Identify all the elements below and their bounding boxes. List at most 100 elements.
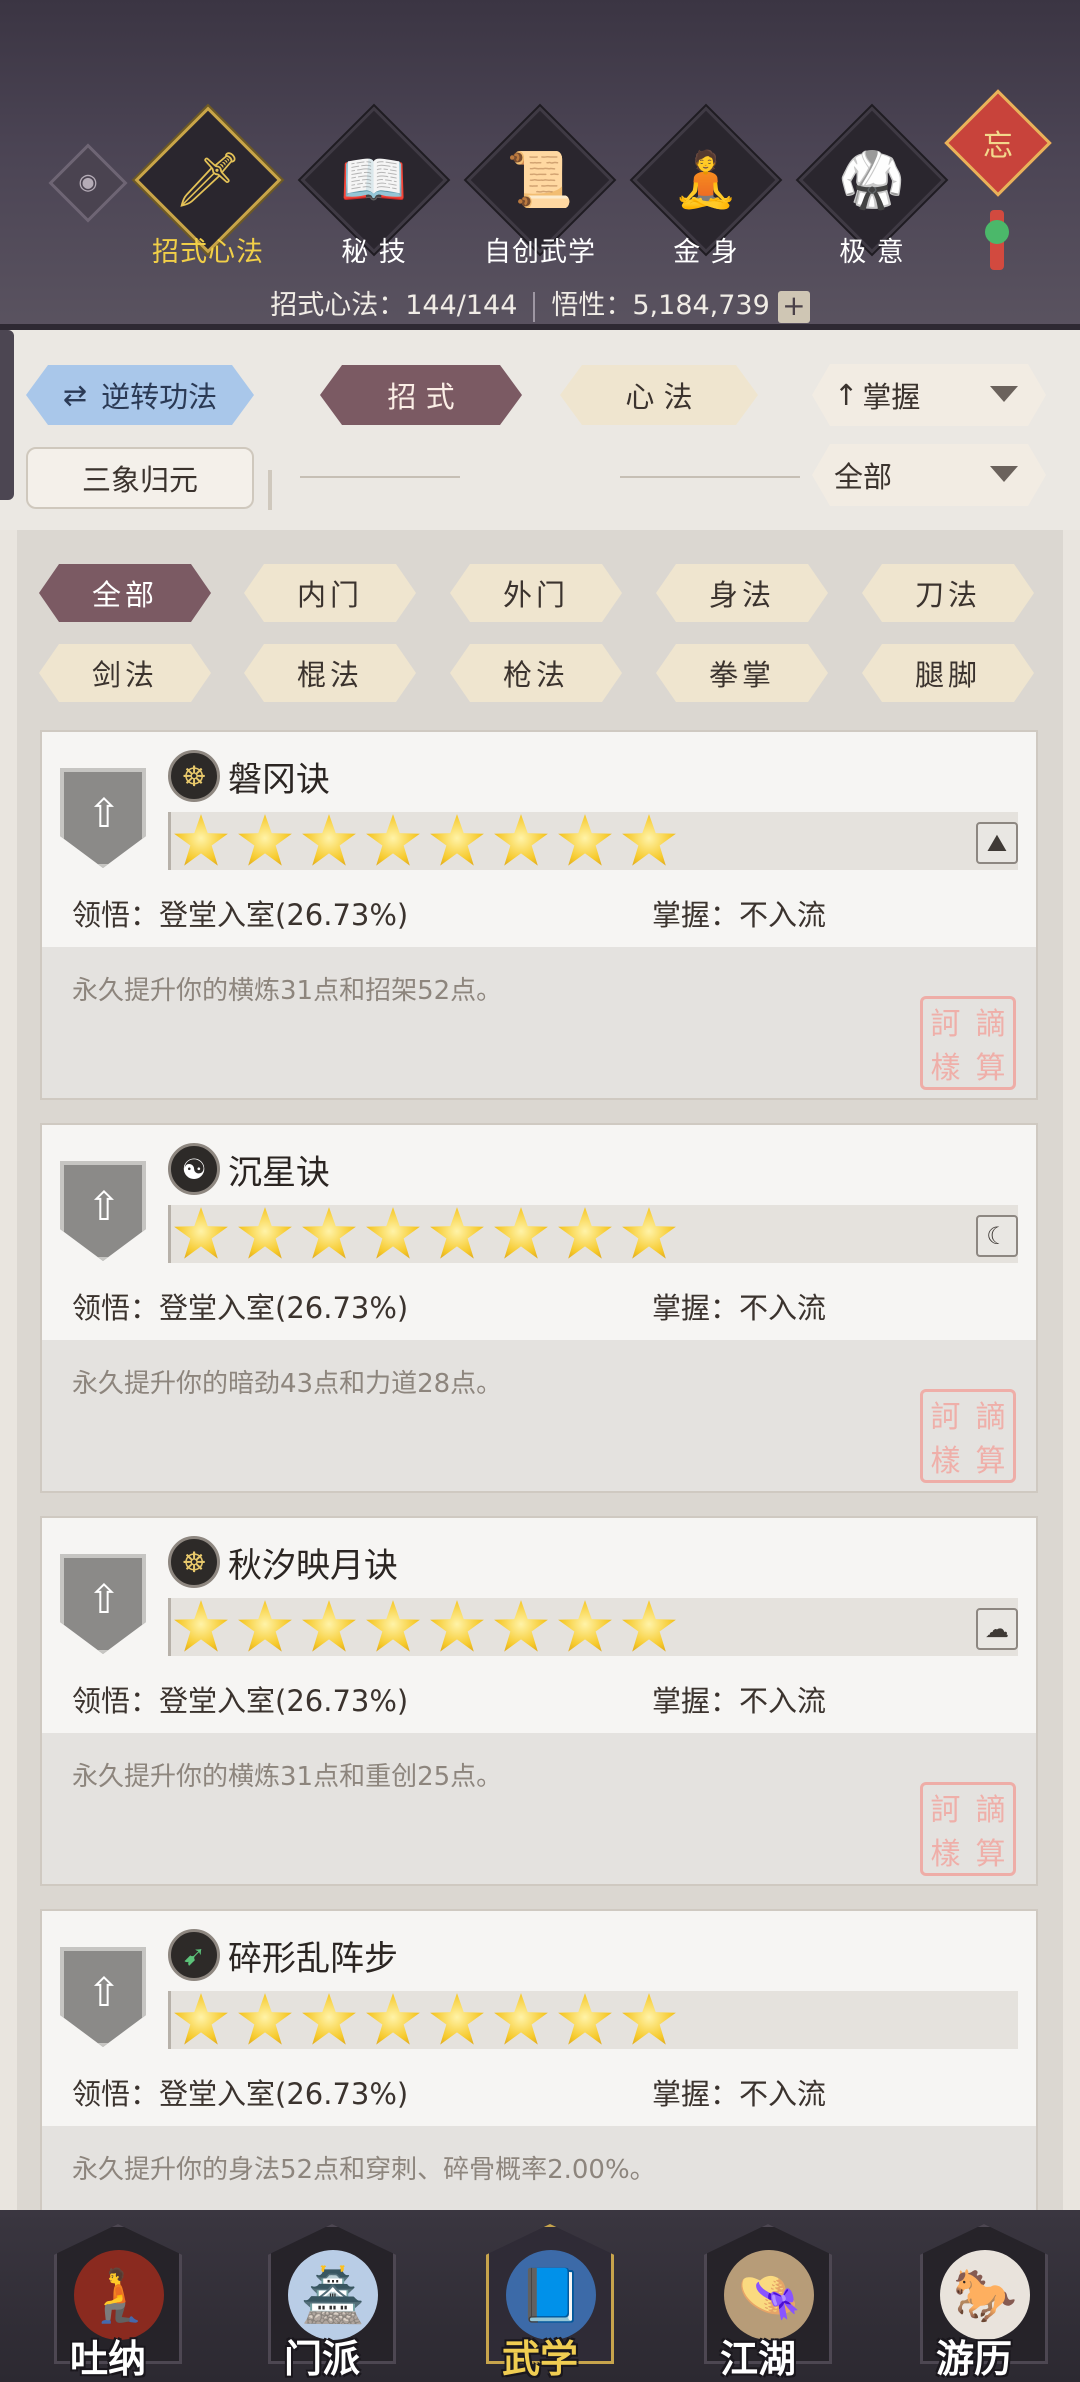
category-tuijiao[interactable]: 腿脚 — [862, 644, 1034, 702]
tab-zhaoshi[interactable]: 招 式 — [320, 365, 522, 425]
skill-description: 永久提升你的横炼31点和重创25点。 — [72, 1762, 503, 1792]
forget-charm-button[interactable]: 忘 — [944, 89, 1052, 197]
star-icon — [430, 1207, 484, 1259]
star-icon — [622, 814, 676, 866]
star-icon — [558, 814, 612, 866]
nav-menpai[interactable]: 🏯 门派 — [232, 2210, 412, 2382]
visibility-toggle[interactable]: ◉ — [48, 143, 128, 223]
star-rating — [168, 812, 1018, 870]
skill-description: 永久提升你的横炼31点和招架52点。 — [72, 976, 503, 1006]
skill-card[interactable]: ⇧ ☸ 磐冈诀 ⛰ 领悟：登堂入室(26.73%) 掌握：不入流 永久提升你的横… — [40, 730, 1038, 1100]
seal-char: 樣 — [930, 1444, 961, 1479]
yin-yang-badge-icon: ☯ — [168, 1143, 220, 1195]
stars-row — [173, 1205, 685, 1263]
category-jianfa[interactable]: 剑法 — [39, 644, 211, 702]
skill-type-badge-icon: ☸ — [168, 1536, 220, 1588]
stats-divider — [533, 291, 536, 322]
category-gunfa[interactable]: 棍法 — [244, 644, 416, 702]
arrow-up-icon: ↑ — [834, 378, 859, 412]
comprehension-value: 登堂入室(26.73%) — [159, 2077, 409, 2111]
category-shenfa[interactable]: 身法 — [656, 564, 828, 622]
category-neimen[interactable]: 内门 — [244, 564, 416, 622]
martial-stance-icon: 🥋 — [838, 148, 906, 211]
tab-label-jinshen[interactable]: 金 身 — [621, 230, 791, 269]
seal-stamp: 訶謫樣算 — [920, 996, 1016, 1090]
comprehension: 领悟：登堂入室(26.73%) — [72, 892, 408, 934]
category-label: 外门 — [502, 578, 569, 612]
tab-label-miji[interactable]: 秘 技 — [289, 230, 459, 269]
sanxiang-guiyuan-button[interactable]: 三象归元 — [26, 447, 254, 509]
tab-xinfa[interactable]: 心 法 — [560, 365, 758, 425]
tab-label-zhaoshi-xinfa[interactable]: 招式心法 — [123, 230, 293, 269]
nav-youli[interactable]: 🐎 游历 — [884, 2210, 1064, 2382]
seal-char: 謫 — [975, 1007, 1006, 1042]
skill-card[interactable]: ⇧ ☸ 秋汐映月诀 ☁ 领悟：登堂入室(26.73%) 掌握：不入流 永久提升你… — [40, 1516, 1038, 1886]
seal-char: 訶 — [930, 1007, 961, 1042]
star-icon — [494, 1207, 548, 1259]
stars-row — [173, 1598, 685, 1656]
comprehension: 领悟：登堂入室(26.73%) — [72, 1285, 408, 1327]
swap-icon: ⇄ — [62, 378, 88, 412]
star-rating — [168, 1991, 1018, 2049]
star-icon — [174, 1993, 228, 2045]
nav-jianghu[interactable]: 👒 江湖 — [668, 2210, 848, 2382]
movement-badge-icon: ➹ — [168, 1929, 220, 1981]
insight-value: 5,184,739 — [632, 290, 770, 321]
seal-char: 樣 — [930, 1051, 961, 1086]
comprehension-label: 领悟： — [72, 898, 160, 932]
upgrade-shield-icon[interactable]: ⇧ — [60, 1947, 146, 2047]
category-waimen[interactable]: 外门 — [450, 564, 622, 622]
stars-row — [173, 1991, 685, 2049]
nav-label: 江湖 — [719, 2336, 796, 2381]
scope-dropdown[interactable]: 全部 — [812, 444, 1046, 506]
category-label: 剑法 — [91, 658, 158, 692]
star-icon — [238, 1993, 292, 2045]
tab-label-jiyi[interactable]: 极 意 — [787, 230, 957, 269]
mastery: 掌握：不入流 — [652, 892, 826, 934]
tab-label-zichuang-wuxue[interactable]: 自创武学 — [455, 230, 625, 269]
star-icon — [302, 1600, 356, 1652]
add-insight-button[interactable]: + — [777, 290, 810, 323]
nav-label: 吐纳 — [69, 2336, 146, 2381]
skill-name: 磐冈诀 — [228, 760, 330, 800]
side-drawer-handle[interactable] — [0, 330, 14, 500]
book-icon: 📖 — [340, 148, 408, 211]
scope-dropdown-value: 全部 — [834, 460, 893, 494]
category-all[interactable]: 全部 — [39, 564, 211, 622]
star-icon — [622, 1993, 676, 2045]
mastery-value: 不入流 — [739, 2077, 827, 2111]
skill-description: 永久提升你的暗劲43点和力道28点。 — [72, 1369, 503, 1399]
mastery-value: 不入流 — [739, 1684, 827, 1718]
mountain-icon: ⛰ — [976, 822, 1018, 864]
upgrade-shield-icon[interactable]: ⇧ — [60, 768, 146, 868]
upgrade-shield-icon[interactable]: ⇧ — [60, 1554, 146, 1654]
star-icon — [558, 1207, 612, 1259]
star-icon — [622, 1207, 676, 1259]
seal-stamp: 訶謫樣算 — [920, 1782, 1016, 1876]
skill-card[interactable]: ⇧ ➹ 碎形乱阵步 领悟：登堂入室(26.73%) 掌握：不入流 永久提升你的身… — [40, 1909, 1038, 2210]
seal-char: 謫 — [975, 1400, 1006, 1435]
category-daofa[interactable]: 刀法 — [862, 564, 1034, 622]
comprehension-value: 登堂入室(26.73%) — [159, 898, 409, 932]
ornament-line-right — [620, 476, 800, 478]
nav-tuna[interactable]: 🧎 吐纳 — [18, 2210, 198, 2382]
category-quanzhang[interactable]: 拳掌 — [656, 644, 828, 702]
chevron-down-icon — [990, 386, 1018, 402]
category-qiangfa[interactable]: 枪法 — [450, 644, 622, 702]
upgrade-shield-icon[interactable]: ⇧ — [60, 1161, 146, 1261]
star-icon — [238, 1600, 292, 1652]
meditation-icon: 🧘 — [672, 148, 740, 211]
ornament-line-left — [300, 476, 460, 478]
sort-dropdown[interactable]: ↑ 掌握 — [812, 364, 1046, 426]
star-icon — [302, 1993, 356, 2045]
tab-zhaoshi-label: 招 式 — [387, 380, 455, 414]
category-label: 内门 — [296, 578, 363, 612]
category-label: 腿脚 — [914, 658, 981, 692]
nav-wuxue[interactable]: 📘 武学 — [450, 2210, 630, 2382]
insight-label: 悟性： — [551, 290, 633, 321]
tab-xinfa-label: 心 法 — [625, 380, 693, 414]
skill-card[interactable]: ⇧ ☯ 沉星诀 ☾ 领悟：登堂入室(26.73%) 掌握：不入流 永久提升你的暗… — [40, 1123, 1038, 1493]
reverse-skill-button[interactable]: ⇄ 逆转功法 — [26, 365, 254, 425]
skill-name: 沉星诀 — [228, 1153, 330, 1193]
seal-char: 樣 — [930, 1837, 961, 1872]
